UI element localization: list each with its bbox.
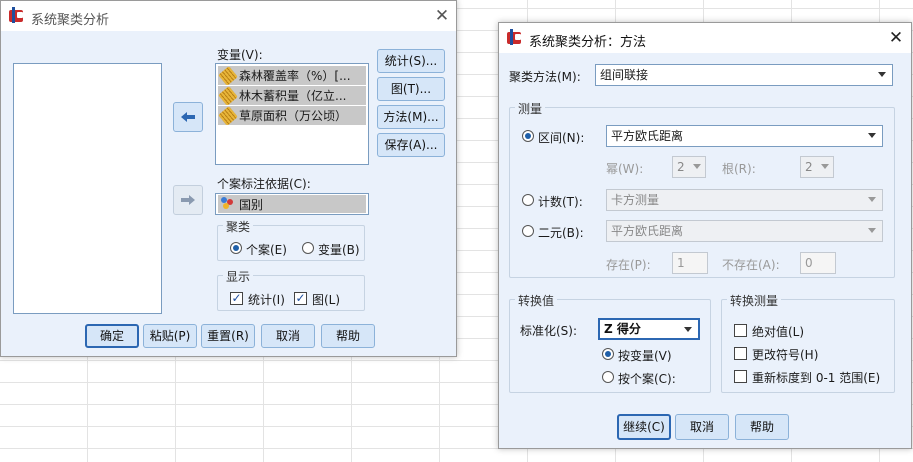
display-group-title: 显示 <box>223 268 254 285</box>
by-case-label: 按个案(C): <box>618 372 676 386</box>
variable-item[interactable]: 森林覆盖率（%）[... <box>218 66 366 85</box>
help-button[interactable]: 帮助 <box>321 324 375 348</box>
by-variable-label: 按变量(V) <box>618 349 672 363</box>
chevron-down-icon <box>693 164 701 169</box>
cluster-cases-radio[interactable] <box>230 242 242 254</box>
nominal-variable-icon <box>221 197 235 211</box>
plots-button[interactable]: 图(T)... <box>377 77 445 101</box>
transform-values-title: 转换值 <box>515 292 558 309</box>
absent-input[interactable]: 0 <box>800 252 836 274</box>
statistics-button[interactable]: 统计(S)... <box>377 49 445 73</box>
close-icon[interactable]: ✕ <box>885 28 907 48</box>
variables-label: 变量(V): <box>217 48 263 62</box>
spss-app-icon <box>9 7 25 23</box>
present-input[interactable]: 1 <box>672 252 708 274</box>
scale-variable-icon <box>218 86 238 105</box>
binary-radio[interactable] <box>522 225 534 237</box>
change-sign-label: 更改符号(H) <box>752 348 819 362</box>
title-bar: 系统聚类分析 ✕ <box>1 1 456 31</box>
by-case-radio[interactable] <box>602 371 614 383</box>
cluster-method-select[interactable]: 组间联接 <box>595 64 893 86</box>
absolute-values-checkbox[interactable] <box>734 324 747 337</box>
cluster-group-title: 聚类 <box>223 218 254 235</box>
standardize-label: 标准化(S): <box>520 324 578 338</box>
title-bar: 系统聚类分析：方法 ✕ <box>499 23 911 53</box>
cluster-variables-label: 变量(B) <box>318 243 360 257</box>
variables-list[interactable]: 森林覆盖率（%）[... 林木蓄积量（亿立... 草原面积（万公顷） <box>215 63 369 165</box>
display-statistics-label: 统计(I) <box>248 293 285 307</box>
standardize-select[interactable]: Z 得分 <box>598 318 700 340</box>
variable-item[interactable]: 草原面积（万公顷） <box>218 106 366 125</box>
rescale-checkbox[interactable] <box>734 370 747 383</box>
cluster-cases-label: 个案(E) <box>246 243 287 257</box>
interval-radio[interactable] <box>522 130 534 142</box>
binary-label: 二元(B): <box>538 226 584 240</box>
chevron-down-icon <box>821 164 829 169</box>
display-group: 显示 ✓ 统计(I) ✓ 图(L) <box>217 268 365 311</box>
move-to-case-label-button[interactable] <box>173 185 203 215</box>
case-label-by-label: 个案标注依据(C): <box>217 177 311 191</box>
measure-group: 测量 区间(N): 平方欧氏距离 幂(W): 2 根(R): 2 计数(T): … <box>509 100 895 278</box>
by-variable-radio[interactable] <box>602 348 614 360</box>
chevron-down-icon <box>878 72 886 77</box>
variable-item[interactable]: 林木蓄积量（亿立... <box>218 86 366 105</box>
binary-measure-select[interactable]: 平方欧氏距离 <box>606 220 883 242</box>
present-label: 存在(P): <box>606 258 651 272</box>
display-statistics-checkbox[interactable]: ✓ <box>230 292 243 305</box>
counts-radio[interactable] <box>522 194 534 206</box>
display-plots-label: 图(L) <box>312 293 341 307</box>
spss-app-icon <box>507 29 523 45</box>
cancel-button[interactable]: 取消 <box>675 414 729 440</box>
reset-button[interactable]: 重置(R) <box>201 324 255 348</box>
chevron-down-icon <box>868 133 876 138</box>
power-select[interactable]: 2 <box>672 156 706 178</box>
ok-button[interactable]: 确定 <box>85 324 139 348</box>
paste-button[interactable]: 粘贴(P) <box>143 324 197 348</box>
absent-label: 不存在(A): <box>722 258 780 272</box>
counts-measure-select[interactable]: 卡方测量 <box>606 189 883 211</box>
cluster-method-dialog: 系统聚类分析：方法 ✕ 聚类方法(M): 组间联接 测量 区间(N): 平方欧氏… <box>498 22 912 449</box>
dialog-title: 系统聚类分析 <box>31 13 110 28</box>
cluster-method-label: 聚类方法(M): <box>509 70 581 84</box>
scale-variable-icon <box>218 66 238 85</box>
measure-group-title: 测量 <box>515 100 546 117</box>
change-sign-checkbox[interactable] <box>734 347 747 360</box>
cluster-group: 聚类 个案(E) 变量(B) <box>217 218 365 261</box>
chevron-down-icon <box>868 197 876 202</box>
power-label: 幂(W): <box>606 162 644 176</box>
chevron-down-icon <box>868 228 876 233</box>
move-to-variables-button[interactable] <box>173 102 203 132</box>
hierarchical-cluster-dialog: 系统聚类分析 ✕ 变量(V): 森林覆盖率（%）[... 林木蓄积量（亿立...… <box>0 0 457 357</box>
case-label-item[interactable]: 国别 <box>218 195 366 213</box>
transform-values-group: 转换值 标准化(S): Z 得分 按变量(V) 按个案(C): <box>509 292 711 393</box>
counts-label: 计数(T): <box>538 195 583 209</box>
save-button[interactable]: 保存(A)... <box>377 133 445 157</box>
root-label: 根(R): <box>722 162 756 176</box>
cluster-variables-radio[interactable] <box>302 242 314 254</box>
absolute-values-label: 绝对值(L) <box>752 325 805 339</box>
display-plots-checkbox[interactable]: ✓ <box>294 292 307 305</box>
interval-label: 区间(N): <box>538 131 585 145</box>
root-select[interactable]: 2 <box>800 156 834 178</box>
interval-measure-select[interactable]: 平方欧氏距离 <box>606 125 883 147</box>
help-button[interactable]: 帮助 <box>735 414 789 440</box>
source-variable-list[interactable] <box>13 63 162 314</box>
dialog-title: 系统聚类分析：方法 <box>529 35 647 50</box>
method-button[interactable]: 方法(M)... <box>377 105 445 129</box>
scale-variable-icon <box>218 106 238 125</box>
rescale-label: 重新标度到 0-1 范围(E) <box>752 371 881 385</box>
transform-measures-title: 转换测量 <box>727 292 782 309</box>
cancel-button[interactable]: 取消 <box>261 324 315 348</box>
continue-button[interactable]: 继续(C) <box>617 414 671 440</box>
case-label-field[interactable]: 国别 <box>215 193 369 215</box>
close-icon[interactable]: ✕ <box>431 6 453 26</box>
arrow-left-icon <box>181 112 195 122</box>
arrow-right-icon <box>181 195 195 205</box>
transform-measures-group: 转换测量 绝对值(L) 更改符号(H) 重新标度到 0-1 范围(E) <box>721 292 895 393</box>
chevron-down-icon <box>684 327 692 332</box>
